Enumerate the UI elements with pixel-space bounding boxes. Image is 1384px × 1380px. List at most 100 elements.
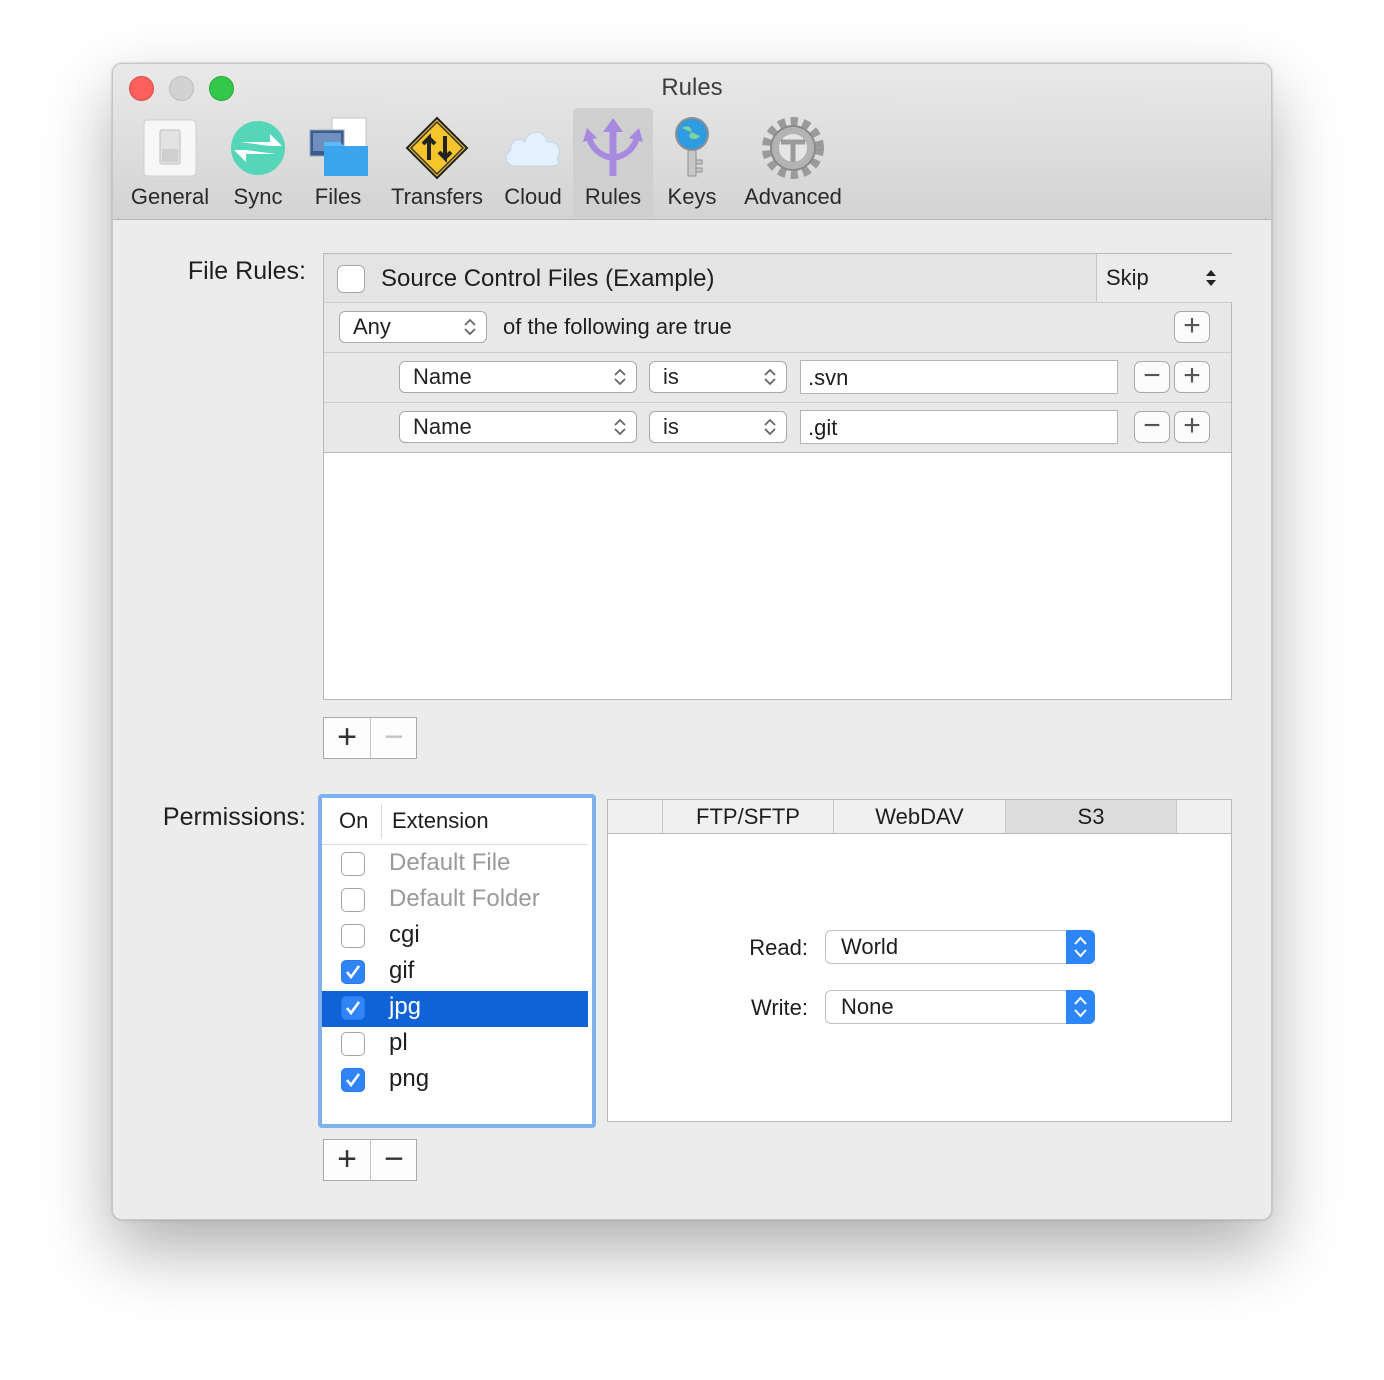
rule-action-value: Skip xyxy=(1106,265,1149,290)
condition-operator-popup[interactable]: is xyxy=(649,361,787,393)
read-permission-value: World xyxy=(841,934,899,959)
table-row[interactable]: Default Folder xyxy=(322,883,588,919)
condition-operator-value: is xyxy=(663,414,679,439)
condition-field-popup[interactable]: Name xyxy=(399,361,637,393)
popup-stepper xyxy=(1066,930,1095,964)
checkmark-icon xyxy=(345,1073,361,1088)
column-header-on[interactable]: On xyxy=(339,808,368,834)
toolbar-label-rules: Rules xyxy=(584,184,642,209)
table-row[interactable]: cgi xyxy=(322,919,588,955)
row-checkbox[interactable] xyxy=(341,996,365,1020)
condition-field-value: Name xyxy=(413,364,472,389)
table-row[interactable]: gif xyxy=(322,955,588,991)
toolbar-item-transfers[interactable]: Transfers xyxy=(381,108,493,218)
add-condition-button[interactable]: + xyxy=(1174,411,1210,443)
add-rule-button[interactable]: + xyxy=(324,718,370,758)
globe-key-icon xyxy=(675,117,709,177)
row-checkbox[interactable] xyxy=(341,852,365,876)
permissions-table[interactable]: On Extension Default File Default Folder… xyxy=(318,794,596,1128)
updown-chevron-icon xyxy=(1074,996,1087,1018)
gear-icon xyxy=(762,117,824,179)
row-checkbox[interactable] xyxy=(341,1068,365,1092)
condition-operator-popup[interactable]: is xyxy=(649,411,787,443)
write-permission-popup[interactable]: None xyxy=(825,990,1095,1024)
tab-ftp-sftp[interactable]: FTP/SFTP xyxy=(662,800,833,833)
row-extension: gif xyxy=(389,957,415,984)
plus-icon: + xyxy=(1183,359,1201,392)
title-toolbar: Rules General Sync Files Transfers Cloud… xyxy=(113,64,1271,220)
updown-chevron-icon xyxy=(1074,936,1087,958)
checkmark-icon xyxy=(345,1001,361,1016)
toolbar-item-rules[interactable]: Rules xyxy=(573,108,653,218)
updown-chevron-icon xyxy=(614,368,626,386)
toolbar-label-cloud: Cloud xyxy=(504,184,562,209)
add-condition-button[interactable]: + xyxy=(1174,361,1210,393)
row-extension: jpg xyxy=(389,993,422,1020)
read-label: Read: xyxy=(749,935,808,960)
write-label: Write: xyxy=(750,995,808,1020)
remove-condition-button[interactable]: − xyxy=(1134,411,1170,443)
table-row[interactable]: jpg xyxy=(322,991,588,1027)
remove-rule-button[interactable]: − xyxy=(371,718,417,758)
table-row[interactable]: Default File xyxy=(322,847,588,883)
table-row[interactable]: png xyxy=(322,1063,588,1099)
condition-value-field[interactable]: .git xyxy=(800,410,1118,444)
match-quantifier-popup[interactable]: Any xyxy=(339,311,487,343)
files-folder-icon xyxy=(309,117,368,176)
popup-arrows-icon xyxy=(1206,270,1216,286)
plus-icon: + xyxy=(1183,409,1201,442)
toolbar-item-general[interactable]: General xyxy=(127,108,213,218)
condition-field-popup[interactable]: Name xyxy=(399,411,637,443)
remove-condition-button[interactable]: − xyxy=(1134,361,1170,393)
file-rules-label: File Rules: xyxy=(187,257,306,285)
permission-add-remove-control: + − xyxy=(323,1139,417,1181)
popup-stepper xyxy=(1066,990,1095,1024)
read-permission-popup[interactable]: World xyxy=(825,930,1095,964)
add-condition-button[interactable]: + xyxy=(1174,311,1210,343)
add-extension-button[interactable]: + xyxy=(324,1140,370,1180)
toolbar-item-keys[interactable]: Keys xyxy=(657,108,727,218)
protocol-tab-bar: FTP/SFTP WebDAV S3 xyxy=(608,800,1231,834)
toolbar-item-cloud[interactable]: Cloud xyxy=(495,108,571,218)
write-permission-value: None xyxy=(841,994,894,1019)
match-description: of the following are true xyxy=(503,314,732,339)
minus-icon: − xyxy=(1143,409,1161,442)
cloud-icon xyxy=(505,131,560,167)
protocol-tab-view: FTP/SFTP WebDAV S3 Read: World Write: No… xyxy=(607,799,1232,1122)
rule-action-popup[interactable]: Skip xyxy=(1096,254,1232,302)
condition-row: Name is .git − + xyxy=(324,403,1231,453)
condition-field-value: Name xyxy=(413,414,472,439)
toolbar-label-transfers: Transfers xyxy=(390,184,484,209)
column-header-extension[interactable]: Extension xyxy=(392,808,489,834)
toolbar-label-files: Files xyxy=(314,184,362,209)
plus-icon: + xyxy=(1183,309,1201,342)
transfer-sign-icon xyxy=(405,116,469,180)
table-row[interactable]: pl xyxy=(322,1027,588,1063)
toolbar-label-keys: Keys xyxy=(667,184,717,209)
match-quantifier-value: Any xyxy=(353,314,391,339)
row-extension: Default File xyxy=(389,849,511,876)
updown-chevron-icon xyxy=(764,368,776,386)
condition-operator-value: is xyxy=(663,364,679,389)
row-checkbox[interactable] xyxy=(341,888,365,912)
toolbar-item-sync[interactable]: Sync xyxy=(217,108,299,218)
row-checkbox[interactable] xyxy=(341,1032,365,1056)
toolbar-item-files[interactable]: Files xyxy=(301,108,375,218)
tab-webdav[interactable]: WebDAV xyxy=(833,800,1005,833)
checkmark-icon xyxy=(345,965,361,980)
row-extension: pl xyxy=(389,1029,408,1056)
tab-s3[interactable]: S3 xyxy=(1005,800,1177,833)
row-checkbox[interactable] xyxy=(341,924,365,948)
sync-arrows-icon xyxy=(231,121,285,175)
rule-enabled-checkbox[interactable] xyxy=(337,265,365,293)
remove-extension-button[interactable]: − xyxy=(371,1140,417,1180)
condition-value-field[interactable]: .svn xyxy=(800,360,1118,394)
row-checkbox[interactable] xyxy=(341,960,365,984)
row-extension: png xyxy=(389,1065,430,1092)
permissions-label: Permissions: xyxy=(162,803,306,831)
rule-match-row: Any of the following are true + xyxy=(324,303,1231,353)
rule-name[interactable]: Source Control Files (Example) xyxy=(381,265,714,293)
toolbar-label-general: General xyxy=(130,184,210,209)
toolbar-item-advanced[interactable]: Advanced xyxy=(735,108,851,218)
minus-icon: − xyxy=(1143,359,1161,392)
